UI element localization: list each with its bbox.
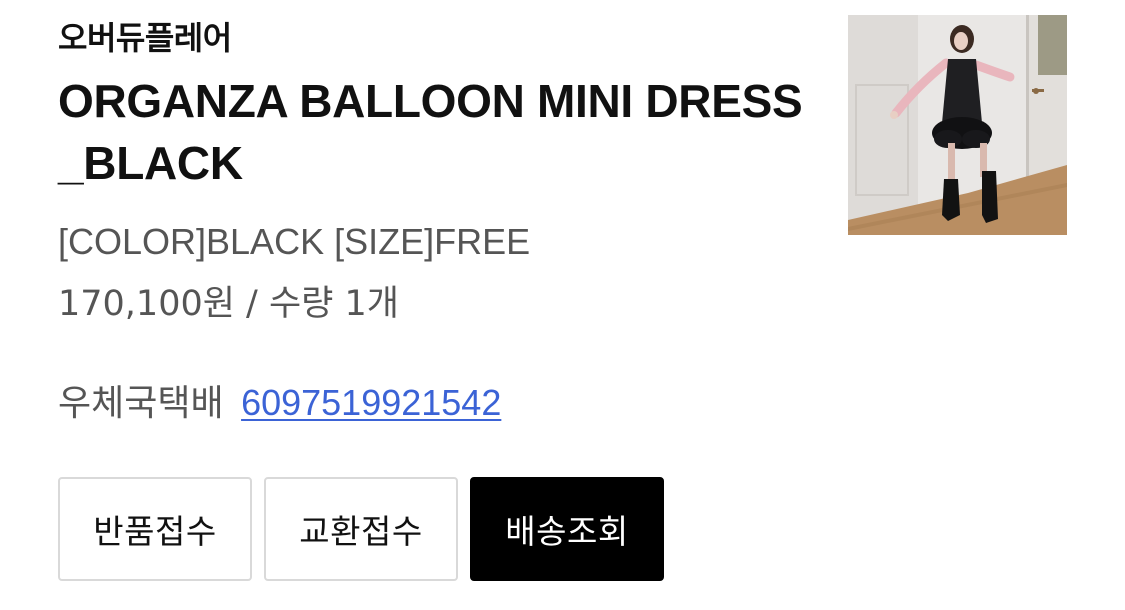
delivery-tracking-button[interactable]: 배송조회 <box>470 477 664 581</box>
exchange-request-button[interactable]: 교환접수 <box>264 477 458 581</box>
price-quantity: 170,100원 / 수량 1개 <box>58 284 399 324</box>
product-thumbnail[interactable] <box>848 15 1067 235</box>
product-option: [COLOR]BLACK [SIZE]FREE <box>58 221 531 262</box>
delivery-tracking: 우체국택배 6097519921542 <box>58 380 501 427</box>
product-name-line-1[interactable]: ORGANZA BALLOON MINI DRESS <box>58 70 803 132</box>
product-name[interactable]: ORGANZA BALLOON MINI DRESS _BLACK <box>58 70 803 194</box>
product-photo <box>848 15 1067 235</box>
courier-name: 우체국택배 <box>58 383 224 424</box>
tracking-number-link[interactable]: 6097519921542 <box>241 382 501 423</box>
brand-name[interactable]: 오버듀플레어 <box>58 18 232 58</box>
return-request-button[interactable]: 반품접수 <box>58 477 252 581</box>
product-name-line-2[interactable]: _BLACK <box>58 132 798 194</box>
